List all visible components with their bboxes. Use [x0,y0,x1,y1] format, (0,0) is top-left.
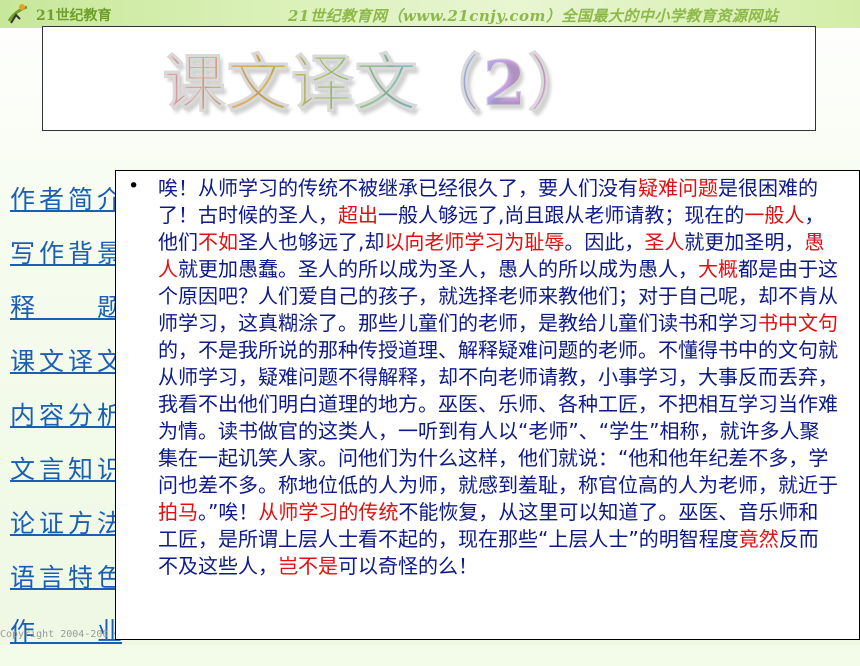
text-segment: 一般人够远了,尚且跟从老师请教；现在的 [378,203,745,227]
highlighted-phrase: 大概 [698,257,738,281]
highlighted-phrase: 以向老师学习为耻辱 [384,230,565,254]
text-segment: 。”唉！ [198,500,259,524]
highlighted-phrase: 从师学习的传统 [258,500,399,524]
highlighted-phrase: 竟然 [738,527,779,551]
highlighted-phrase: 书中文句 [758,311,838,335]
text-segment: 唉！从师学习的传统不被继承已经很久了，要人们没有 [158,176,638,200]
highlighted-phrase: 超出 [338,203,378,227]
site-banner-text: 21世纪教育网（www.21cnjy.com）全国最大的中小学教育资源网站 [288,7,779,25]
text-segment: 。因此， [564,230,645,254]
bullet-marker: • [128,175,140,197]
text-segment: 就更加愚蠢。圣人的所以成为圣人，愚人的所以成为愚人， [178,257,698,281]
nav-link-author[interactable]: 作者简介 [10,180,122,234]
nav-link-background[interactable]: 写作背景 [10,234,122,288]
highlighted-phrase: 岂不是 [278,554,338,578]
nav-link-content-analysis[interactable]: 内容分析 [10,396,122,450]
highlighted-phrase: 疑难问题 [638,176,718,200]
text-segment: 的，不是我所说的那种传授道理、解释疑难问题的老师。不懂得书中的文句就从师学习，疑… [158,338,838,497]
slide-title: 课文译文（2） [162,33,592,123]
logo-text: 21世纪教育 [36,8,112,24]
translation-paragraph: 唉！从师学习的传统不被继承已经很久了，要人们没有疑难问题是很困难的了！古时候的圣… [158,175,838,580]
highlighted-phrase: 不如 [198,230,238,254]
translation-panel: • 唉！从师学习的传统不被继承已经很久了，要人们没有疑难问题是很困难的了！古时候… [115,170,860,640]
nav-link-language-features[interactable]: 语言特色 [10,558,122,612]
nav-link-classical-knowledge[interactable]: 文言知识 [10,450,122,504]
nav-link-argument-method[interactable]: 论证方法 [10,504,122,558]
highlighted-phrase: 圣人 [644,230,685,254]
title-box: 课文译文（2） [42,26,816,131]
text-segment: 就更加圣明， [684,230,805,254]
side-nav: 作者简介 写作背景 释 题 课文译文 内容分析 文言知识 论证方法 语言特色 作… [10,180,122,666]
runner-logo-icon [7,4,28,24]
nav-link-title-explain[interactable]: 释 题 [10,288,122,342]
highlighted-phrase: 拍马 [158,500,198,524]
text-segment: 圣人也够远了,却 [238,230,385,254]
copyright-text: Copyright 2004-200 [0,629,109,640]
site-logo: 21世纪教育 [4,0,154,28]
text-segment: 可以奇怪的么！ [338,554,478,578]
nav-link-translation[interactable]: 课文译文 [10,342,122,396]
highlighted-phrase: 一般人 [744,203,805,227]
